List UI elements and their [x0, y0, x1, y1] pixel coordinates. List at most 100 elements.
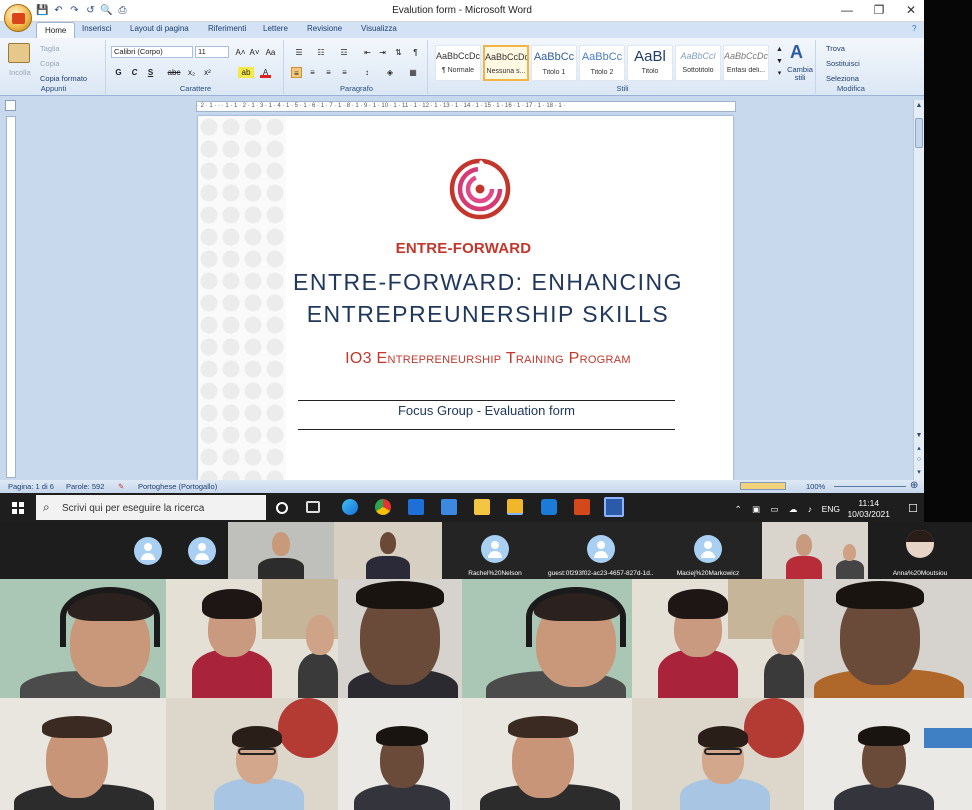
- increase-indent-icon[interactable]: ⇥: [377, 47, 388, 58]
- justify-icon[interactable]: ≡: [339, 67, 350, 78]
- participant-video-tile[interactable]: [762, 522, 868, 579]
- style-title[interactable]: AaBl Titolo: [627, 45, 673, 81]
- office-button[interactable]: [4, 4, 32, 32]
- notification-icon[interactable]: ☐: [908, 502, 918, 515]
- proofing-icon[interactable]: ✎: [118, 482, 124, 491]
- participant-tile[interactable]: [120, 522, 176, 579]
- scroll-up-icon[interactable]: ▲: [915, 102, 923, 109]
- video-tile[interactable]: [0, 698, 166, 810]
- store-icon[interactable]: [408, 499, 424, 515]
- file-explorer-icon[interactable]: [474, 499, 490, 515]
- shrink-font-icon[interactable]: A˅: [249, 47, 260, 58]
- shading-icon[interactable]: ◈: [382, 67, 398, 78]
- clock[interactable]: 11:14 10/03/2021: [847, 498, 890, 520]
- grow-font-icon[interactable]: A˄: [235, 47, 246, 58]
- underline-button[interactable]: S: [145, 67, 156, 78]
- participant-video-tile[interactable]: [228, 522, 334, 579]
- participant-tile[interactable]: guest:0f293f02-ac23-4657-827d-1d...: [548, 522, 654, 579]
- styles-scroll-down-icon[interactable]: ▼: [774, 56, 785, 67]
- align-left-icon[interactable]: ≡: [291, 67, 302, 78]
- browse-object-icon[interactable]: ○: [915, 456, 923, 463]
- video-tile[interactable]: [462, 698, 632, 810]
- style-normal[interactable]: AaBbCcDc ¶ Normale: [435, 45, 481, 81]
- video-tile[interactable]: [804, 698, 972, 810]
- previous-page-icon[interactable]: ▴: [915, 444, 923, 452]
- numbering-icon[interactable]: ☷: [313, 47, 329, 58]
- video-tile[interactable]: [632, 579, 804, 698]
- input-language[interactable]: ENG: [822, 504, 840, 514]
- italic-button[interactable]: C: [129, 67, 140, 78]
- replace-button[interactable]: Sostituisci: [826, 59, 860, 68]
- participant-video-tile[interactable]: [334, 522, 442, 579]
- tab-home[interactable]: Home: [36, 22, 76, 38]
- style-subtle-emphasis[interactable]: AaBbCcDc Enfasi deli...: [723, 45, 769, 81]
- horizontal-ruler[interactable]: · 2 · 1 · · · 1 · 1 · 2 · 1 · 3 · 1 · 4 …: [196, 101, 736, 112]
- powerpoint-icon[interactable]: [574, 499, 590, 515]
- styles-more-icon[interactable]: ▾: [774, 68, 785, 79]
- tray-icons[interactable]: ⌃ ▣ ▭ ☁ ♪: [735, 504, 816, 515]
- font-family-select[interactable]: Calibri (Corpo): [111, 46, 193, 58]
- language-indicator[interactable]: Portoghese (Portogallo): [138, 482, 217, 491]
- change-styles-button[interactable]: Cambia stili: [786, 66, 814, 82]
- superscript-button[interactable]: x²: [202, 67, 213, 78]
- folder-icon[interactable]: [507, 499, 523, 515]
- task-view-icon[interactable]: [306, 501, 320, 513]
- style-no-spacing[interactable]: AaBbCcDc Nessuna s...: [483, 45, 529, 81]
- maximize-icon[interactable]: ❐: [872, 3, 886, 17]
- edge-icon[interactable]: [342, 499, 358, 515]
- styles-scroll-up-icon[interactable]: ▲: [774, 44, 785, 55]
- subscript-button[interactable]: x₂: [186, 67, 197, 78]
- tab-insert[interactable]: Inserisci: [82, 24, 111, 33]
- participant-tile[interactable]: Maciej%20Markowicz: [654, 522, 762, 579]
- video-tile[interactable]: [166, 579, 338, 698]
- style-heading-1[interactable]: AaBbCc Titolo 1: [531, 45, 577, 81]
- change-styles-icon[interactable]: A: [790, 42, 803, 63]
- close-icon[interactable]: ✕: [904, 3, 918, 17]
- zoom-slider[interactable]: [834, 486, 906, 487]
- bullets-icon[interactable]: ☰: [291, 47, 307, 58]
- next-page-icon[interactable]: ▾: [915, 468, 923, 476]
- zoom-in-icon[interactable]: ⊕: [910, 480, 918, 491]
- video-tile[interactable]: [632, 698, 804, 810]
- video-tile[interactable]: [166, 698, 338, 810]
- windows-start-icon[interactable]: [12, 502, 24, 514]
- view-buttons[interactable]: [740, 482, 786, 490]
- taskbar-search[interactable]: ⌕ Scrivi qui per eseguire la ricerca: [36, 495, 266, 520]
- align-center-icon[interactable]: ≡: [307, 67, 318, 78]
- video-tile[interactable]: [338, 579, 462, 698]
- help-icon[interactable]: ?: [912, 24, 916, 33]
- cortana-icon[interactable]: [276, 502, 288, 514]
- decrease-indent-icon[interactable]: ⇤: [362, 47, 373, 58]
- scroll-down-icon[interactable]: ▼: [915, 432, 923, 439]
- font-color-button[interactable]: A: [260, 67, 271, 78]
- sort-icon[interactable]: ⇅: [393, 47, 404, 58]
- word-taskbar-icon[interactable]: [604, 497, 624, 517]
- tab-selector[interactable]: [5, 100, 16, 111]
- tab-references[interactable]: Riferimenti: [208, 24, 246, 33]
- clear-format-icon[interactable]: Aa: [265, 47, 276, 58]
- skype-icon[interactable]: [541, 499, 557, 515]
- document-page[interactable]: ENTRE-FORWARD ENTRE-FORWARD: ENHANCING E…: [198, 116, 733, 480]
- align-right-icon[interactable]: ≡: [323, 67, 334, 78]
- format-painter-button[interactable]: Copia formato: [40, 74, 87, 83]
- participant-tile[interactable]: Anna%20Moutsiou: [868, 522, 972, 579]
- tab-view[interactable]: Visualizza: [361, 24, 397, 33]
- word-count[interactable]: Parole: 592: [66, 482, 104, 491]
- line-spacing-icon[interactable]: ↕: [359, 67, 375, 78]
- paste-button[interactable]: Incolla: [9, 68, 31, 77]
- font-size-select[interactable]: 11: [195, 46, 229, 58]
- video-tile[interactable]: [804, 579, 972, 698]
- borders-icon[interactable]: ▦: [405, 67, 421, 78]
- video-tile[interactable]: [462, 579, 632, 698]
- tab-review[interactable]: Revisione: [307, 24, 342, 33]
- video-tile[interactable]: [338, 698, 462, 810]
- style-heading-2[interactable]: AaBbCc Titolo 2: [579, 45, 625, 81]
- participant-tile[interactable]: [176, 522, 228, 579]
- page-indicator[interactable]: Pagina: 1 di 6: [8, 482, 54, 491]
- copy-button[interactable]: Copia: [40, 59, 60, 68]
- scroll-thumb[interactable]: [915, 118, 923, 148]
- participant-tile[interactable]: Rachel%20Nelson: [442, 522, 548, 579]
- minimize-icon[interactable]: —: [840, 3, 854, 17]
- bold-button[interactable]: G: [113, 67, 124, 78]
- strikethrough-button[interactable]: abc: [166, 67, 182, 78]
